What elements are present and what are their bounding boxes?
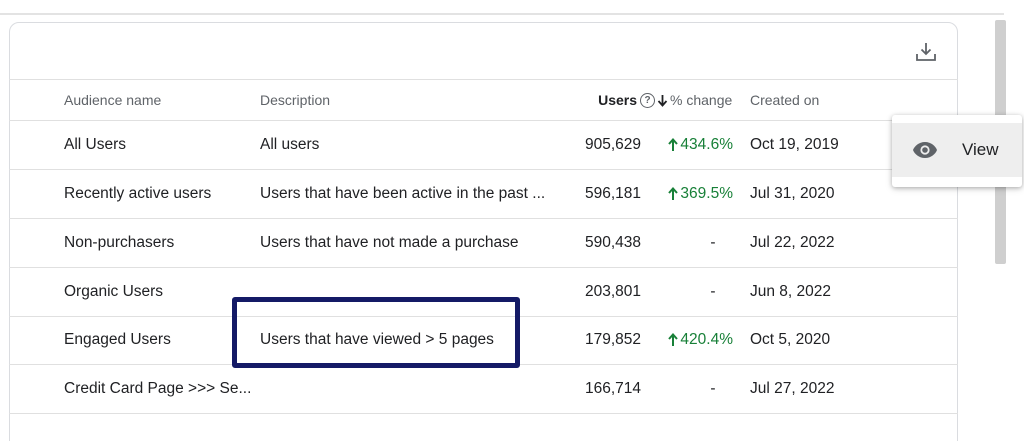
table-header: Audience name Description Users ? % chan…: [9, 79, 958, 121]
users-count: 203,801: [584, 283, 641, 300]
eye-icon: [912, 141, 938, 159]
audience-description: Users that have not made a purchase: [260, 234, 519, 251]
download-icon: [916, 43, 936, 61]
header-created-on[interactable]: Created on: [750, 80, 870, 120]
users-count: 179,852: [584, 331, 641, 348]
audience-name[interactable]: All Users: [64, 121, 254, 169]
help-icon[interactable]: ?: [640, 92, 655, 108]
header-percent-change[interactable]: % change: [657, 80, 737, 120]
percent-change: -: [710, 380, 716, 397]
created-date: Jul 31, 2020: [750, 185, 835, 202]
table-row[interactable]: Non-purchasers Users that have not made …: [9, 219, 958, 268]
download-button[interactable]: [912, 38, 940, 66]
highlight-annotation-box: [232, 297, 520, 368]
row-action-menu: View: [892, 115, 1022, 187]
users-count: 596,181: [584, 185, 641, 202]
created-date: Jun 8, 2022: [750, 283, 832, 300]
audience-name[interactable]: Organic Users: [64, 268, 254, 316]
table-row[interactable]: Credit Card Page >>> Se... 166,714 - Jul…: [9, 365, 958, 414]
created-date: Oct 5, 2020: [750, 331, 831, 348]
view-menu-item[interactable]: View: [892, 123, 1022, 177]
audience-name[interactable]: Engaged Users: [64, 316, 254, 364]
top-divider: [0, 13, 1004, 15]
created-date: Jul 27, 2022: [750, 380, 835, 397]
arrow-up-icon: [668, 187, 679, 201]
table-row[interactable]: All Users All users 905,629 434.6% Oct 1…: [9, 121, 958, 170]
percent-change: 369.5%: [649, 170, 733, 218]
header-audience-name[interactable]: Audience name: [64, 80, 254, 120]
percent-change: -: [710, 234, 716, 251]
created-date: Jul 22, 2022: [750, 234, 835, 251]
audience-name[interactable]: Non-purchasers: [64, 219, 254, 267]
view-label: View: [962, 140, 999, 159]
percent-change: 420.4%: [649, 316, 733, 364]
percent-change-value: 369.5%: [680, 185, 733, 202]
table-row[interactable]: Recently active users Users that have be…: [9, 170, 958, 219]
users-count: 590,438: [584, 234, 641, 251]
header-users-label: Users: [598, 92, 637, 108]
users-count: 166,714: [584, 380, 641, 397]
audience-name[interactable]: Recently active users: [64, 170, 254, 218]
header-change-label: % change: [670, 92, 733, 108]
header-users[interactable]: Users ?: [569, 80, 655, 120]
percent-change-value: 434.6%: [680, 136, 733, 153]
arrow-up-icon: [668, 138, 679, 152]
audience-description: [260, 365, 560, 413]
users-count: 905,629: [584, 136, 641, 153]
audience-name[interactable]: Credit Card Page >>> Se...: [64, 365, 254, 413]
arrow-down-icon: [657, 94, 668, 107]
percent-change-value: 420.4%: [680, 331, 733, 348]
percent-change: 434.6%: [649, 121, 733, 169]
arrow-up-icon: [668, 333, 679, 347]
audience-description: All users: [260, 136, 320, 153]
audience-description: Users that have been active in the past …: [260, 185, 546, 202]
header-description[interactable]: Description: [260, 80, 560, 120]
percent-change: -: [710, 283, 716, 300]
created-date: Oct 19, 2019: [750, 136, 839, 153]
